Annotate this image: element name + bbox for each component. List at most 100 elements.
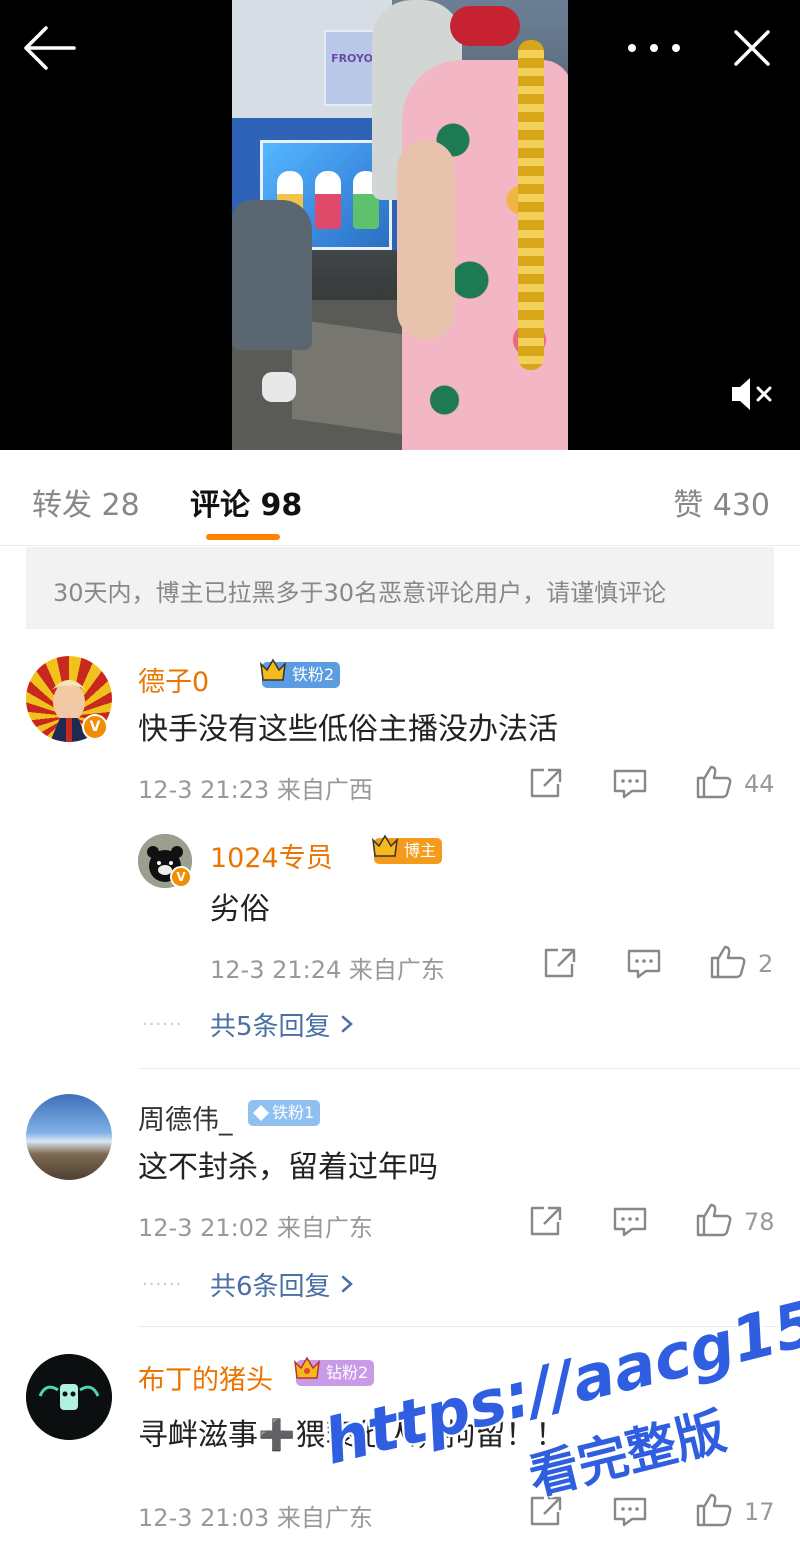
comment-meta: 12-3 21:03 来自广东 [138, 1498, 373, 1533]
reply-username[interactable]: 1024专员 [210, 836, 333, 875]
fan-badge: 铁粉2 [259, 658, 341, 688]
replies-dots: ······ [142, 1274, 183, 1295]
video-player[interactable]: FROYO [0, 0, 800, 450]
video-hair-accessory [450, 6, 520, 46]
chevron-right-icon [341, 1015, 353, 1033]
video-gold-chain [518, 40, 544, 370]
verified-badge-icon: V [82, 714, 108, 740]
comment-text: 快手没有这些低俗主播没办法活 [138, 712, 558, 747]
comment-icon [613, 1207, 647, 1237]
share-button[interactable] [526, 1204, 566, 1238]
mute-button[interactable] [728, 374, 776, 414]
reply-time: 12-3 21:24 [210, 956, 342, 984]
comment-text: 寻衅滋事➕猥亵他人，拘留！！ [138, 1418, 566, 1453]
like-count: 2 [758, 950, 774, 978]
reply-button[interactable] [610, 1204, 650, 1238]
fan-badge-label: 钻粉2 [326, 1363, 369, 1382]
comment-item: 周德伟_ 铁粉1 这不封杀，留着过年吗 12-3 21:02 来自广东 78 ·… [0, 1070, 800, 1328]
comment-time: 12-3 21:03 [138, 1504, 270, 1532]
avatar-mask-icon [26, 1354, 112, 1440]
comment-notice: 30天内，博主已拉黑多于30名恶意评论用户，请谨慎评论 [26, 547, 774, 629]
comment-meta: 12-3 21:02 来自广东 [138, 1208, 373, 1243]
more-replies-link[interactable]: 共5条回复 [210, 1006, 355, 1043]
video-person-sitting [232, 200, 312, 350]
tab-like[interactable]: 赞 430 [673, 480, 770, 524]
more-button[interactable] [622, 30, 686, 66]
share-button[interactable] [540, 946, 580, 980]
comment-username[interactable]: 布丁的猪头 [138, 1358, 273, 1397]
comment-location: 来自广东 [276, 1214, 373, 1242]
reply-location: 来自广东 [348, 956, 445, 984]
crown-icon [259, 658, 287, 681]
comment-username[interactable]: 周德伟_ [138, 1098, 233, 1137]
verified-badge-icon: V [170, 866, 192, 888]
comment-icon [613, 769, 647, 799]
replies-dots: ······ [142, 1014, 183, 1035]
video-frame: FROYO [232, 0, 568, 450]
host-badge: 博主 [371, 834, 443, 864]
tab-repost[interactable]: 转发 28 [32, 480, 140, 524]
back-button[interactable] [20, 24, 76, 72]
share-icon [530, 1496, 562, 1526]
video-poster-text: FROYO [331, 52, 373, 65]
like-count: 78 [744, 1208, 775, 1236]
like-count: 44 [744, 770, 775, 798]
comment-icon [627, 949, 661, 979]
fan-badge-label: 铁粉2 [292, 665, 335, 684]
comment-username[interactable]: 德子0 [138, 660, 209, 699]
tab-comment[interactable]: 评论 98 [190, 480, 302, 524]
like-count: 17 [744, 1498, 775, 1526]
comment-divider [138, 1326, 800, 1327]
share-button[interactable] [526, 1494, 566, 1528]
reply-meta: 12-3 21:24 来自广东 [210, 950, 445, 985]
thumb-up-icon [696, 765, 732, 799]
like-button[interactable] [694, 1202, 734, 1237]
share-icon [530, 1206, 562, 1236]
like-button[interactable] [708, 944, 748, 979]
comment-meta: 12-3 21:23 来自广西 [138, 770, 373, 805]
comment-text: 这不封杀，留着过年吗 [138, 1150, 438, 1185]
video-shoe [262, 372, 296, 402]
reply-button[interactable] [624, 946, 664, 980]
thumb-up-icon [696, 1493, 732, 1527]
like-button[interactable] [694, 764, 734, 799]
comment-time: 12-3 21:02 [138, 1214, 270, 1242]
fan-badge: 铁粉1 [248, 1100, 321, 1126]
thumb-up-icon [710, 945, 746, 979]
avatar[interactable] [26, 1094, 112, 1180]
active-tab-indicator [206, 534, 280, 540]
video-arm [397, 140, 455, 340]
more-replies-link[interactable]: 共6条回复 [210, 1266, 355, 1303]
comment-item: 布丁的猪头 钻粉2 寻衅滋事➕猥亵他人，拘留！！ 12-3 21:03 来自广东… [0, 1330, 800, 1552]
fan-badge-label: 铁粉1 [272, 1103, 315, 1122]
like-button[interactable] [694, 1492, 734, 1527]
share-icon [530, 768, 562, 798]
tab-bar: 转发 28 评论 98 赞 430 [0, 450, 800, 546]
close-icon [734, 30, 770, 66]
diamond-crown-icon [293, 1356, 321, 1379]
chevron-right-icon [341, 1275, 353, 1293]
comment-divider [138, 1068, 800, 1069]
more-replies-label: 共6条回复 [210, 1272, 331, 1302]
comment-location: 来自广西 [276, 776, 373, 804]
share-icon [544, 948, 576, 978]
notice-text: 30天内，博主已拉黑多于30名恶意评论用户，请谨慎评论 [53, 579, 667, 607]
comment-item: V 德子0 铁粉2 快手没有这些低俗主播没办法活 12-3 21:23 来自广西… [0, 630, 800, 1070]
comment-icon [613, 1497, 647, 1527]
comment-time: 12-3 21:23 [138, 776, 270, 804]
reply-button[interactable] [610, 1494, 650, 1528]
thumb-up-icon [696, 1203, 732, 1237]
video-cone [315, 171, 341, 229]
host-badge-label: 博主 [404, 841, 437, 860]
reply-text: 劣俗 [210, 892, 270, 927]
diamond-icon [253, 1105, 269, 1121]
mute-icon [732, 378, 772, 410]
share-button[interactable] [526, 766, 566, 800]
comment-location: 来自广东 [276, 1504, 373, 1532]
back-arrow-icon [24, 26, 76, 70]
close-button[interactable] [728, 24, 776, 72]
reply-button[interactable] [610, 766, 650, 800]
crown-icon [371, 834, 399, 857]
avatar[interactable] [26, 1354, 112, 1440]
more-dots-icon [628, 44, 680, 52]
